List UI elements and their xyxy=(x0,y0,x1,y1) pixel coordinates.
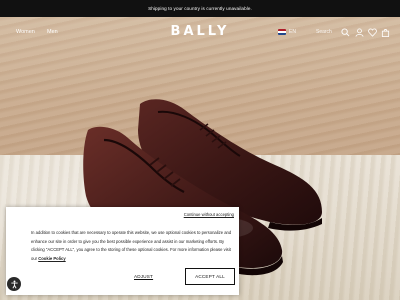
adjust-button[interactable]: ADJUST xyxy=(134,274,153,279)
brand-logo[interactable]: BALLY xyxy=(160,24,240,39)
nav-women-link[interactable]: Women xyxy=(16,29,35,35)
cookie-text: In addition to cookies that are necessar… xyxy=(31,229,234,263)
nav-men-link[interactable]: Men xyxy=(47,29,58,35)
main-nav: Women Men BALLY EN Search xyxy=(0,22,400,44)
cookie-policy-link[interactable]: Cookie Policy xyxy=(38,256,65,261)
continue-without-accepting-link[interactable]: Continue without accepting xyxy=(184,212,234,217)
cookie-banner: Continue without accepting In addition t… xyxy=(6,207,239,295)
accessibility-button[interactable] xyxy=(7,277,21,291)
bag-icon[interactable] xyxy=(381,28,390,37)
flag-icon[interactable] xyxy=(278,29,286,35)
language-selector[interactable]: EN xyxy=(289,29,296,35)
accessibility-icon xyxy=(10,279,18,289)
accept-all-button[interactable]: ACCEPT ALL xyxy=(185,268,235,285)
search-label[interactable]: Search xyxy=(316,29,332,35)
search-icon[interactable] xyxy=(341,28,350,37)
heart-icon[interactable] xyxy=(368,28,377,37)
user-icon[interactable] xyxy=(355,28,364,37)
